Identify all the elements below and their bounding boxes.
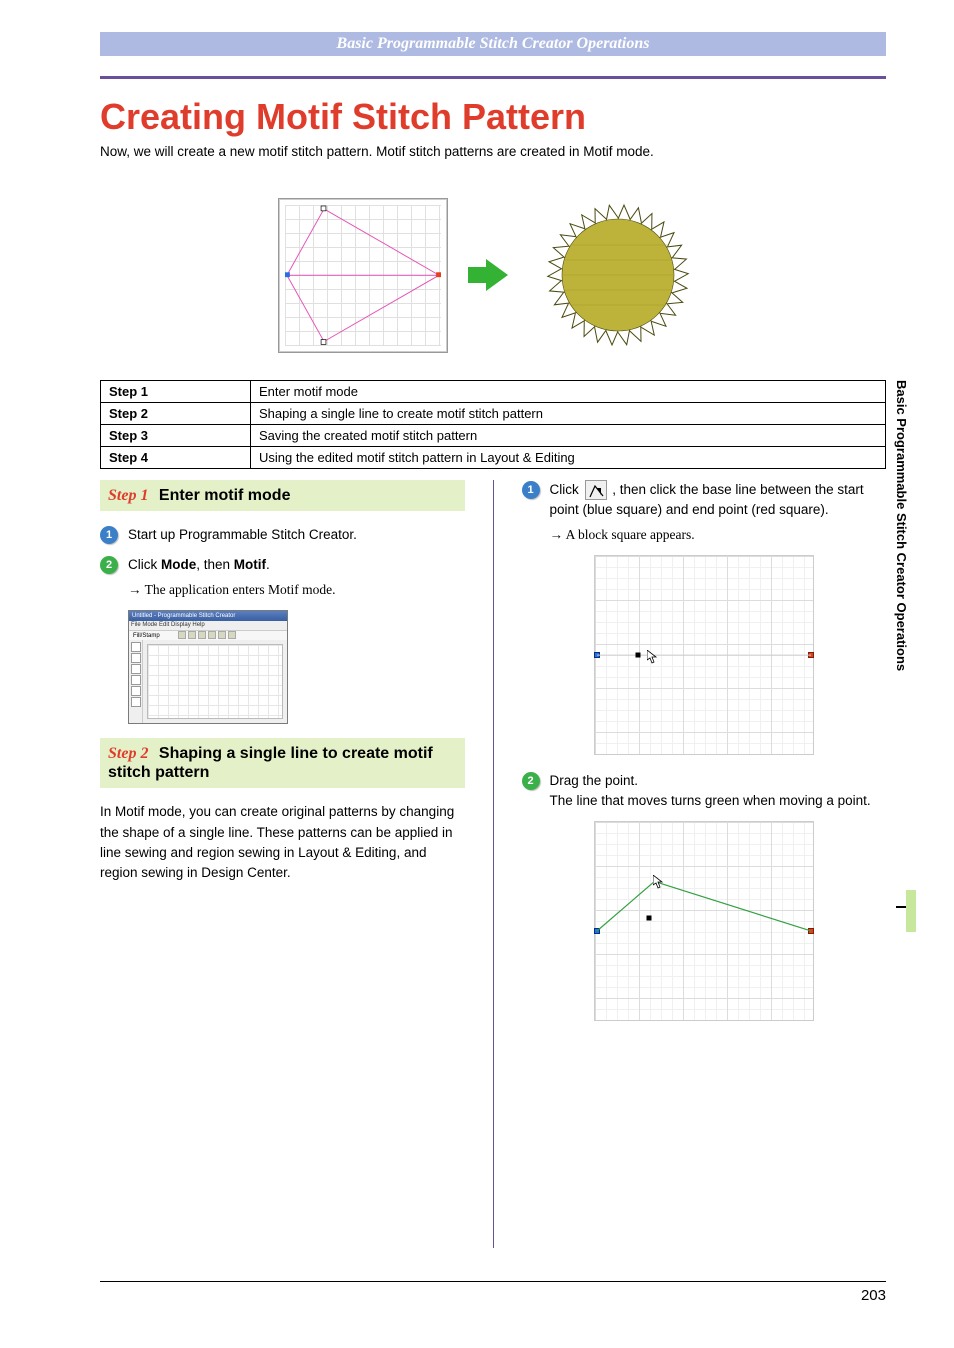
bottom-rule	[100, 1281, 886, 1282]
screenshot-mode-menu: Fill/Stamp	[129, 631, 174, 640]
side-tab-label: Basic Programmable Stitch Creator Operat…	[894, 380, 909, 671]
handle-point-icon	[635, 652, 640, 657]
step1-item-2-sub: → The application enters Motif mode.	[128, 580, 465, 600]
step2-label: Step 2	[108, 745, 148, 762]
step2-heading: Step 2 Shaping a single line to create m…	[100, 738, 465, 788]
right-item-1-sub: → A block square appears.	[550, 525, 887, 545]
step1-item-1-text: Start up Programmable Stitch Creator.	[128, 525, 465, 545]
desc-cell: Using the edited motif stitch pattern in…	[251, 447, 886, 469]
grid-figure-drag-point	[594, 821, 814, 1021]
handle-point-icon	[646, 916, 651, 921]
figure-row	[100, 190, 886, 360]
step1-item-1: 1 Start up Programmable Stitch Creator.	[100, 525, 465, 545]
intro-paragraph: Now, we will create a new motif stitch p…	[100, 144, 886, 159]
cursor-icon	[647, 650, 661, 664]
top-rule	[100, 76, 886, 79]
step1-label: Step 1	[108, 487, 148, 504]
step-cell: Step 4	[101, 447, 251, 469]
table-row: Step 1Enter motif mode	[101, 381, 886, 403]
right-item-1-text: Click , then click the base line between…	[550, 480, 887, 545]
grid-figure-block-square	[594, 555, 814, 755]
right-item-2-text: Drag the point. The line that moves turn…	[550, 771, 887, 812]
right-item-2: 2 Drag the point. The line that moves tu…	[522, 771, 887, 812]
step2-paragraph: In Motif mode, you can create original p…	[100, 802, 465, 883]
motif-grid-figure	[278, 198, 448, 353]
side-section-tab: Basic Programmable Stitch Creator Operat…	[894, 380, 914, 940]
number-badge-1: 1	[522, 481, 540, 499]
side-tab-marker-icon	[906, 890, 916, 932]
step-cell: Step 2	[101, 403, 251, 425]
body-columns: Step 1 Enter motif mode 1 Start up Progr…	[100, 480, 886, 1248]
motif-lines-icon	[285, 205, 441, 346]
step1-item-2: 2 Click Mode, then Motif. → The applicat…	[100, 555, 465, 600]
embroidery-result-figure	[528, 195, 708, 355]
arrow-right-icon	[468, 255, 508, 295]
step-cell: Step 1	[101, 381, 251, 403]
table-row: Step 2Shaping a single line to create mo…	[101, 403, 886, 425]
page-title-block: Creating Motif Stitch Pattern Now, we wi…	[100, 96, 886, 159]
table-row: Step 4Using the edited motif stitch patt…	[101, 447, 886, 469]
desc-cell: Saving the created motif stitch pattern	[251, 425, 886, 447]
edit-point-tool-icon	[585, 480, 607, 500]
desc-cell: Enter motif mode	[251, 381, 886, 403]
screenshot-tool-sidebar	[129, 640, 143, 723]
column-divider	[493, 480, 494, 1248]
cursor-icon	[653, 875, 667, 889]
step2-title: Shaping a single line to create motif st…	[108, 745, 433, 781]
screenshot-toolbar: Fill/Stamp	[129, 630, 287, 640]
table-row: Step 3Saving the created motif stitch pa…	[101, 425, 886, 447]
page-number: 203	[861, 1287, 886, 1304]
right-item-1: 1 Click , then click the base line betwe…	[522, 480, 887, 545]
right-column: 1 Click , then click the base line betwe…	[522, 480, 887, 1248]
step1-title: Enter motif mode	[159, 487, 291, 504]
number-badge-2: 2	[522, 772, 540, 790]
step1-item-2-text: Click Mode, then Motif. → The applicatio…	[128, 555, 465, 600]
steps-summary-table: Step 1Enter motif modeStep 2Shaping a si…	[100, 380, 886, 469]
screenshot-titlebar: Untitled - Programmable Stitch Creator	[129, 611, 287, 621]
screenshot-toolbar-icons	[174, 631, 287, 640]
step1-heading: Step 1 Enter motif mode	[100, 480, 465, 511]
screenshot-canvas	[147, 644, 283, 719]
running-header: Basic Programmable Stitch Creator Operat…	[100, 32, 886, 56]
left-column: Step 1 Enter motif mode 1 Start up Progr…	[100, 480, 465, 1248]
page-title: Creating Motif Stitch Pattern	[100, 96, 886, 138]
desc-cell: Shaping a single line to create motif st…	[251, 403, 886, 425]
number-badge-1: 1	[100, 526, 118, 544]
screenshot-menubar: File Mode Edit Display Help	[129, 621, 287, 630]
app-screenshot: Untitled - Programmable Stitch Creator F…	[128, 610, 288, 724]
step-cell: Step 3	[101, 425, 251, 447]
number-badge-2: 2	[100, 556, 118, 574]
